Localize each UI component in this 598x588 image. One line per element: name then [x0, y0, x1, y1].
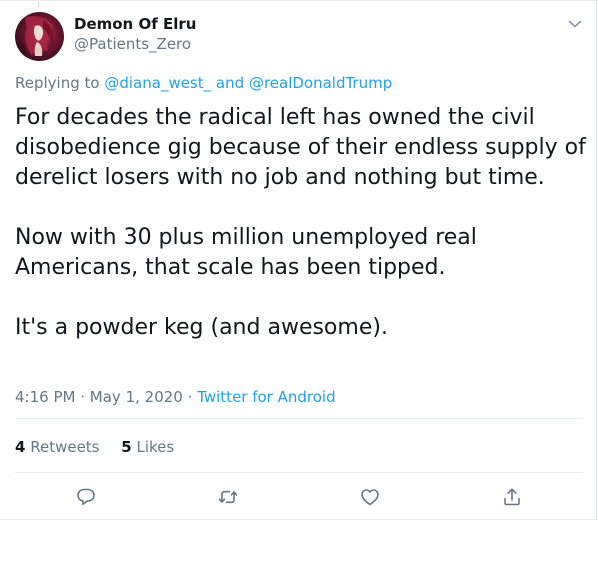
- retweets-stat[interactable]: 4 Retweets: [15, 438, 100, 456]
- share-icon[interactable]: [501, 486, 523, 508]
- heart-icon[interactable]: [359, 486, 381, 508]
- separator: ·: [187, 388, 193, 406]
- divider: [15, 418, 583, 419]
- tweet-text: For decades the radical left has owned t…: [15, 105, 586, 340]
- engagement-stats: 4 Retweets 5 Likes: [15, 438, 191, 456]
- mention-joiner: and: [215, 74, 245, 92]
- retweets-count: 4: [15, 438, 26, 456]
- likes-count: 5: [121, 438, 132, 456]
- likes-stat[interactable]: 5 Likes: [121, 438, 174, 456]
- separator: ·: [80, 388, 86, 406]
- divider: [15, 472, 583, 473]
- likes-label: Likes: [136, 438, 175, 456]
- thread-connector: [38, 1, 39, 7]
- tweet-metadata: 4:16 PM · May 1, 2020 · Twitter for Andr…: [15, 388, 336, 406]
- chevron-down-icon[interactable]: [566, 15, 584, 33]
- display-name[interactable]: Demon Of Elru: [74, 15, 196, 33]
- tweet-card: Demon Of Elru @Patients_Zero Replying to…: [0, 0, 597, 520]
- reply-icon[interactable]: [75, 486, 97, 508]
- retweet-icon[interactable]: [217, 486, 239, 508]
- retweets-label: Retweets: [30, 438, 100, 456]
- tweet-time[interactable]: 4:16 PM: [15, 388, 75, 406]
- source-link[interactable]: Twitter for Android: [197, 388, 335, 406]
- replying-to: Replying to @diana_west_ and @realDonald…: [15, 74, 392, 92]
- mention-link[interactable]: @diana_west_: [104, 74, 211, 92]
- avatar[interactable]: [15, 12, 64, 61]
- replying-prefix: Replying to: [15, 74, 100, 92]
- mention-link[interactable]: @realDonaldTrump: [249, 74, 392, 92]
- tweet-date[interactable]: May 1, 2020: [90, 388, 183, 406]
- user-handle[interactable]: @Patients_Zero: [74, 35, 191, 53]
